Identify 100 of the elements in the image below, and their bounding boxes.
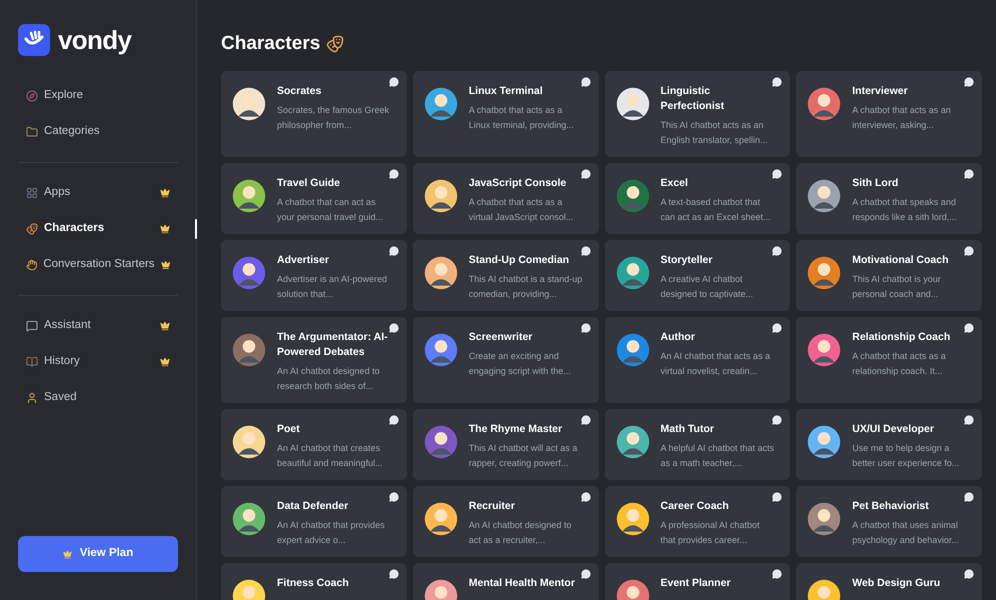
nav-item[interactable]: Conversation Starters [26, 247, 170, 283]
character-description: Socrates, the famous Greek philosopher from... [277, 104, 390, 132]
character-illustration [614, 332, 650, 368]
character-card[interactable]: Excel A text-based chatbot that can act as an Excel sheet... [604, 162, 790, 234]
character-card[interactable]: Recruiter An AI chatbot designed to act as a recruiter,... [412, 486, 598, 556]
character-card[interactable]: Advertiser Advertiser is an AI-powered solution that... [221, 240, 407, 310]
character-description: A chatbot that uses animal psychology and behavior... [852, 518, 960, 547]
chat-bubble-icon [580, 246, 590, 256]
nav-item[interactable]: History [26, 344, 170, 380]
character-description: An AI chatbot designed to act as a recruiter,... [468, 518, 572, 546]
character-title: Math Tutor [660, 422, 715, 436]
chat-bubble-icon [388, 568, 399, 578]
character-card[interactable]: Career Coach A professional AI chatbot that provides career... [604, 486, 790, 556]
character-title: Mental Health Mentor [468, 576, 576, 590]
character-title: Author [660, 330, 696, 344]
nav-icon [26, 223, 38, 235]
nav-item[interactable]: Characters [26, 211, 170, 247]
character-card[interactable]: Pet Behaviorist A chatbot that uses animal psychology and behavior... [796, 486, 982, 556]
character-description: This AI chatbot will act as a rapper, creating powerf... [468, 442, 578, 470]
character-title: Screenwriter [468, 330, 534, 344]
character-description: A chatbot that acts as a virtual JavaScript consol... [468, 196, 574, 224]
character-card[interactable]: Web Design Guru [796, 562, 982, 600]
character-title: Interviewer [852, 84, 909, 98]
character-card[interactable]: Socrates Socrates, the famous Greek philosopher from... [221, 70, 407, 156]
character-card[interactable]: JavaScript Console A chatbot that acts as a virtual JavaScript consol... [412, 162, 598, 234]
chat-bubble-icon [772, 492, 782, 502]
character-card[interactable]: Storyteller A creative AI chatbot designed to captivate... [604, 240, 790, 310]
chat-bubble-icon [964, 168, 974, 178]
chat-bubble-icon [964, 322, 974, 332]
chat-bubble-icon [964, 414, 974, 424]
character-illustration [422, 332, 459, 368]
character-card[interactable]: Fitness Coach [221, 562, 407, 600]
character-illustration [422, 424, 459, 460]
character-card[interactable]: Travel Guide A chatbot that can act as your personal travel guid... [221, 162, 407, 234]
character-description: A creative AI chatbot designed to captivate... [660, 272, 754, 301]
character-illustration [806, 86, 842, 122]
chat-bubble-icon [388, 492, 399, 502]
character-illustration [231, 332, 267, 368]
chat-bubble-icon [772, 168, 782, 178]
character-illustration [422, 500, 459, 536]
view-plan-button[interactable]: View Plan [18, 536, 178, 572]
chat-bubble-icon [964, 492, 974, 502]
character-title: Sith Lord [852, 176, 900, 190]
character-illustration [614, 178, 650, 214]
character-description: This AI chatbot acts as an English translator, spellin... [660, 118, 769, 147]
character-card[interactable]: Stand-Up Comedian This AI chatbot is a stand-up comedian, providing... [412, 240, 598, 310]
character-card[interactable]: Event Planner [604, 562, 790, 600]
character-title: Linguistic Perfectionist [660, 84, 726, 114]
character-title: Web Design Guru [852, 576, 942, 590]
character-illustration [806, 424, 842, 460]
character-card[interactable]: Motivational Coach This AI chatbot is your personal coach and... [796, 240, 982, 310]
nav-item[interactable]: Apps [26, 175, 170, 211]
character-description: A helpful AI chatbot that acts as a math teacher,... [660, 442, 776, 470]
chat-bubble-icon [580, 492, 590, 502]
character-title: The Argumentator: AI-Powered Debates [277, 330, 389, 360]
character-title: Travel Guide [277, 176, 342, 190]
character-illustration [231, 500, 267, 536]
character-card[interactable]: Math Tutor A helpful AI chatbot that acts as a math teacher,... [604, 408, 790, 480]
character-title: Event Planner [660, 576, 732, 590]
character-title: Poet [277, 422, 301, 436]
chat-bubble-icon [388, 322, 399, 332]
character-description: Advertiser is an AI-powered solution that... [277, 272, 388, 300]
character-card[interactable]: Screenwriter Create an exciting and engaging script with the... [412, 316, 598, 402]
character-description: This AI chatbot is your personal coach and... [852, 272, 942, 301]
character-card[interactable]: Data Defender An AI chatbot that provides expert advice o... [221, 486, 407, 556]
chat-bubble-icon [580, 168, 590, 178]
nav-item[interactable]: Explore [26, 78, 170, 114]
character-illustration [231, 86, 267, 122]
character-card[interactable]: Poet An AI chatbot that creates beautiful and meaningful... [221, 408, 407, 480]
active-indicator [195, 219, 197, 239]
nav-item[interactable]: Assistant [26, 308, 170, 344]
nav-item[interactable]: Saved [26, 380, 170, 416]
character-card[interactable]: Linguistic Perfectionist This AI chatbot acts as an English translator, spellin... [604, 70, 790, 156]
chat-bubble-icon [388, 168, 399, 178]
character-illustration [231, 178, 267, 214]
character-card[interactable]: Linux Terminal A chatbot that acts as a Linux terminal, providing... [412, 70, 598, 156]
character-card[interactable]: UX/UI Developer Use me to help design a better user experience fo... [796, 408, 982, 480]
nav-item[interactable]: Categories [26, 114, 170, 150]
character-card[interactable]: Author An AI chatbot that acts as a virtual novelist, creatin... [604, 316, 790, 402]
chat-bubble-icon [772, 322, 782, 332]
character-title: Storyteller [660, 252, 714, 268]
brand-name: vondy [58, 27, 132, 53]
character-card[interactable]: Interviewer A chatbot that acts as an interviewer, asking... [796, 70, 982, 156]
character-description: A chatbot that speaks and responds like a sith lord,... [852, 196, 958, 224]
character-card[interactable]: The Rhyme Master This AI chatbot will act as a rapper, creating powerf... [412, 408, 598, 480]
character-title: Linux Terminal [468, 84, 544, 98]
chat-bubble-icon [772, 568, 782, 578]
character-card[interactable]: Sith Lord A chatbot that speaks and responds like a sith lord,... [796, 162, 982, 234]
page-title: Characters [221, 32, 320, 56]
character-illustration [806, 254, 842, 290]
character-card[interactable]: The Argumentator: AI-Powered Debates An AI chatbot designed to research both sides of... [221, 316, 407, 402]
character-title: Advertiser [277, 252, 330, 268]
character-illustration [806, 332, 842, 368]
character-description: A professional AI chatbot that provides career... [660, 518, 761, 547]
character-title: UX/UI Developer [852, 422, 935, 436]
character-card[interactable]: Mental Health Mentor [412, 562, 598, 600]
chat-bubble-icon [388, 76, 399, 86]
character-card[interactable]: Relationship Coach A chatbot that acts as a relationship coach. It... [796, 316, 982, 402]
character-title: Excel [660, 176, 689, 190]
character-illustration [614, 424, 650, 460]
